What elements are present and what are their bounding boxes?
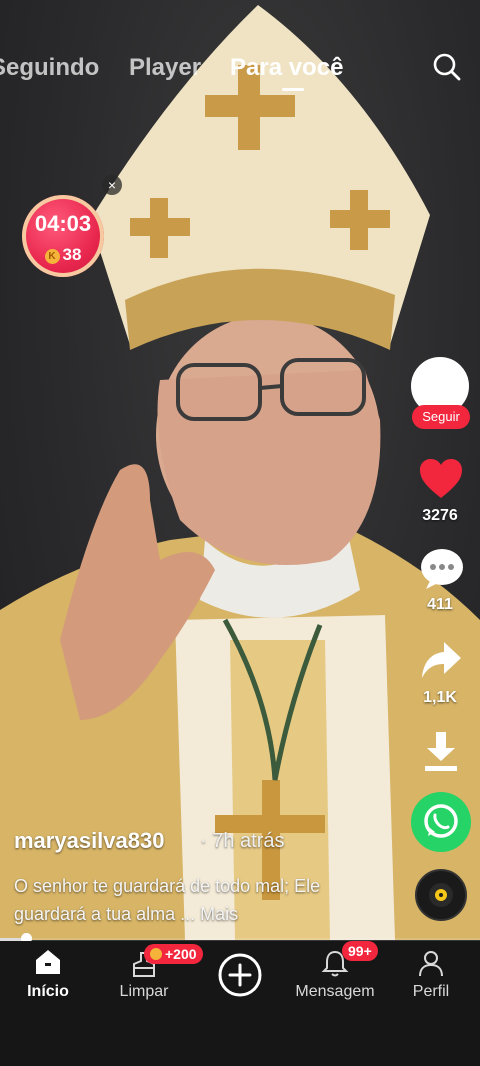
tab-para-voce[interactable]: Para você: [230, 54, 343, 82]
share-count: 1,1K: [423, 689, 457, 706]
nav-label-mensagem: Mensagem: [295, 983, 375, 1000]
person-icon: [419, 951, 443, 977]
post-time: · 7h atrás: [200, 830, 285, 852]
heart-icon[interactable]: [418, 458, 464, 505]
nav-label-limpar: Limpar: [119, 983, 169, 1000]
limpar-badge: +200: [144, 944, 203, 964]
coin-icon: K: [44, 249, 60, 264]
tab-seguindo[interactable]: Seguindo: [0, 54, 99, 82]
video-frame-image: [0, 5, 480, 940]
nav-label-perfil: Perfil: [412, 983, 450, 1000]
close-icon[interactable]: ×: [102, 175, 122, 195]
share-icon[interactable]: [420, 640, 462, 685]
author-username[interactable]: maryasilva830: [14, 828, 164, 854]
post-caption: O senhor te guardará de todo mal; Ele gu…: [14, 872, 384, 928]
top-tab-bar: Seguindo Player Para você: [0, 50, 480, 91]
home-icon: [36, 950, 60, 974]
timer-coins: K 38: [22, 245, 104, 265]
like-count: 3276: [422, 507, 458, 524]
nav-label-inicio: Início: [27, 983, 69, 1000]
video-player[interactable]: [0, 0, 480, 940]
timer-countdown: 04:03: [34, 211, 92, 236]
follow-button[interactable]: Seguir: [412, 405, 470, 429]
whatsapp-share-button[interactable]: [411, 792, 471, 852]
comment-count: 411: [427, 596, 453, 613]
music-disc-icon[interactable]: [415, 869, 467, 921]
comment-icon[interactable]: [420, 548, 464, 595]
search-icon[interactable]: [432, 52, 462, 82]
tab-player[interactable]: Player: [129, 54, 201, 82]
bottom-nav-bar: Início +200 Limpar 99+ Mensagem Perfil: [0, 941, 480, 1066]
coin-icon: [150, 948, 162, 960]
plus-icon: [218, 953, 262, 997]
download-icon[interactable]: [422, 730, 460, 779]
caption-text: O senhor te guardará de todo mal; Ele gu…: [14, 876, 321, 924]
active-tab-indicator: [282, 88, 304, 91]
whatsapp-icon: [424, 804, 458, 838]
more-link[interactable]: ... Mais: [180, 904, 238, 924]
message-badge: 99+: [342, 941, 378, 961]
reward-timer[interactable]: 04:03 K 38: [22, 195, 104, 277]
